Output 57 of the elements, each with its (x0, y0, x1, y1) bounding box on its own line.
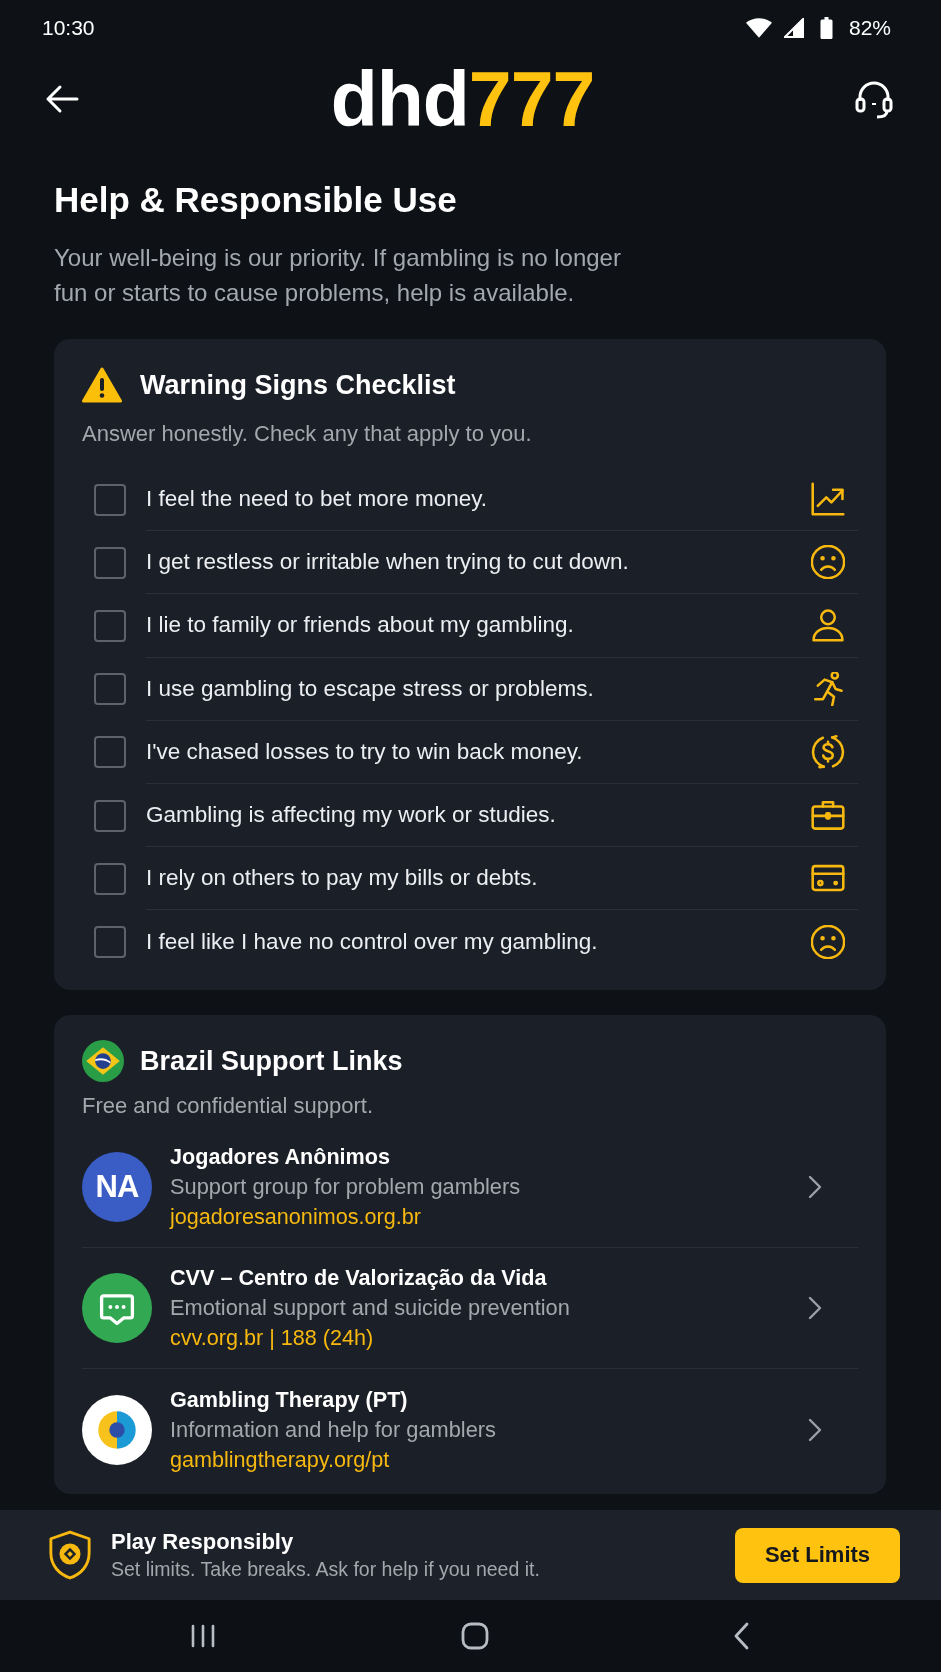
checklist-item-text: I feel like I have no control over my gambling. (146, 928, 598, 955)
support-description: Emotional support and suicide prevention (170, 1293, 571, 1322)
checklist-item-text: I feel the need to bet more money. (146, 486, 488, 513)
home-icon[interactable] (460, 1622, 489, 1650)
checklist-item-text: I get restless or irritable when trying to cut down. (146, 549, 629, 576)
support-link[interactable]: cvv.org.br | 188 (24h) (170, 1322, 374, 1353)
card-title: Brazil Support Links (140, 1044, 403, 1078)
page-title: Help & Responsible Use (54, 179, 458, 221)
footer-message: Set limits. Take breaks. Ask for help if you need it. (111, 1557, 540, 1582)
card-subtitle: Free and confidential support. (82, 1092, 375, 1119)
back-nav-icon[interactable] (733, 1622, 749, 1650)
initials-avatar: NA (82, 1151, 152, 1222)
sad-face-icon (811, 545, 845, 580)
chevron-right-icon[interactable] (808, 1174, 822, 1199)
support-description: Information and help for gamblers (170, 1415, 497, 1444)
checkbox[interactable] (94, 546, 126, 579)
checklist-item-text: I use gambling to escape stress or problems. (146, 675, 594, 702)
signal-icon (783, 18, 804, 38)
sad-face-icon (811, 924, 845, 959)
set-limits-button[interactable]: Set Limits (735, 1527, 900, 1583)
support-name: Gambling Therapy (PT) (170, 1385, 409, 1414)
chevron-right-icon[interactable] (808, 1417, 822, 1442)
checkbox[interactable] (94, 925, 126, 958)
trend-chart-icon (811, 482, 845, 517)
briefcase-icon (811, 798, 845, 833)
battery-icon (819, 17, 833, 39)
intro-text: Your well-being is our priority. If gambling is no longer fun or starts to cause problems, help is available. (54, 243, 622, 308)
checkbox[interactable] (94, 862, 126, 895)
support-link[interactable]: gamblingtherapy.org/pt (170, 1444, 390, 1475)
brazil-flag-icon (82, 1039, 124, 1082)
checkbox[interactable] (94, 673, 126, 706)
checklist-item-text: I've chased losses to try to win back money. (146, 738, 583, 765)
person-icon (811, 608, 845, 643)
battery-level: 82% (848, 16, 891, 40)
checklist-item-text: I rely on others to pay my bills or debts. (146, 865, 538, 892)
support-name: CVV – Centro de Valorização da Vida (170, 1263, 548, 1292)
checkbox[interactable] (94, 483, 126, 516)
recent-apps-icon[interactable] (190, 1624, 216, 1648)
checkbox[interactable] (94, 799, 126, 832)
warning-icon (82, 367, 122, 403)
checklist-item-text: I lie to family or friends about my gambling. (146, 612, 574, 639)
card-subtitle: Answer honestly. Check any that apply to you. (82, 421, 533, 447)
checkbox[interactable] (94, 609, 126, 642)
shield-icon (48, 1529, 92, 1581)
support-name: Jogadores Anônimos (170, 1142, 391, 1171)
checklist-item-text: Gambling is affecting my work or studies. (146, 802, 556, 829)
checkbox[interactable] (94, 736, 126, 769)
support-link[interactable]: jogadoresanonimos.org.br (170, 1201, 421, 1232)
chevron-right-icon[interactable] (808, 1295, 822, 1320)
brand-logo: dhd777 (330, 60, 595, 138)
card-title: Warning Signs Checklist (140, 369, 456, 402)
footer-title: Play Responsibly (111, 1528, 295, 1556)
wifi-icon (745, 18, 772, 38)
status-time: 10:30 (42, 16, 95, 40)
support-description: Support group for problem gamblers (170, 1172, 522, 1201)
running-person-icon (811, 671, 845, 706)
dollar-cycle-icon (811, 734, 845, 769)
